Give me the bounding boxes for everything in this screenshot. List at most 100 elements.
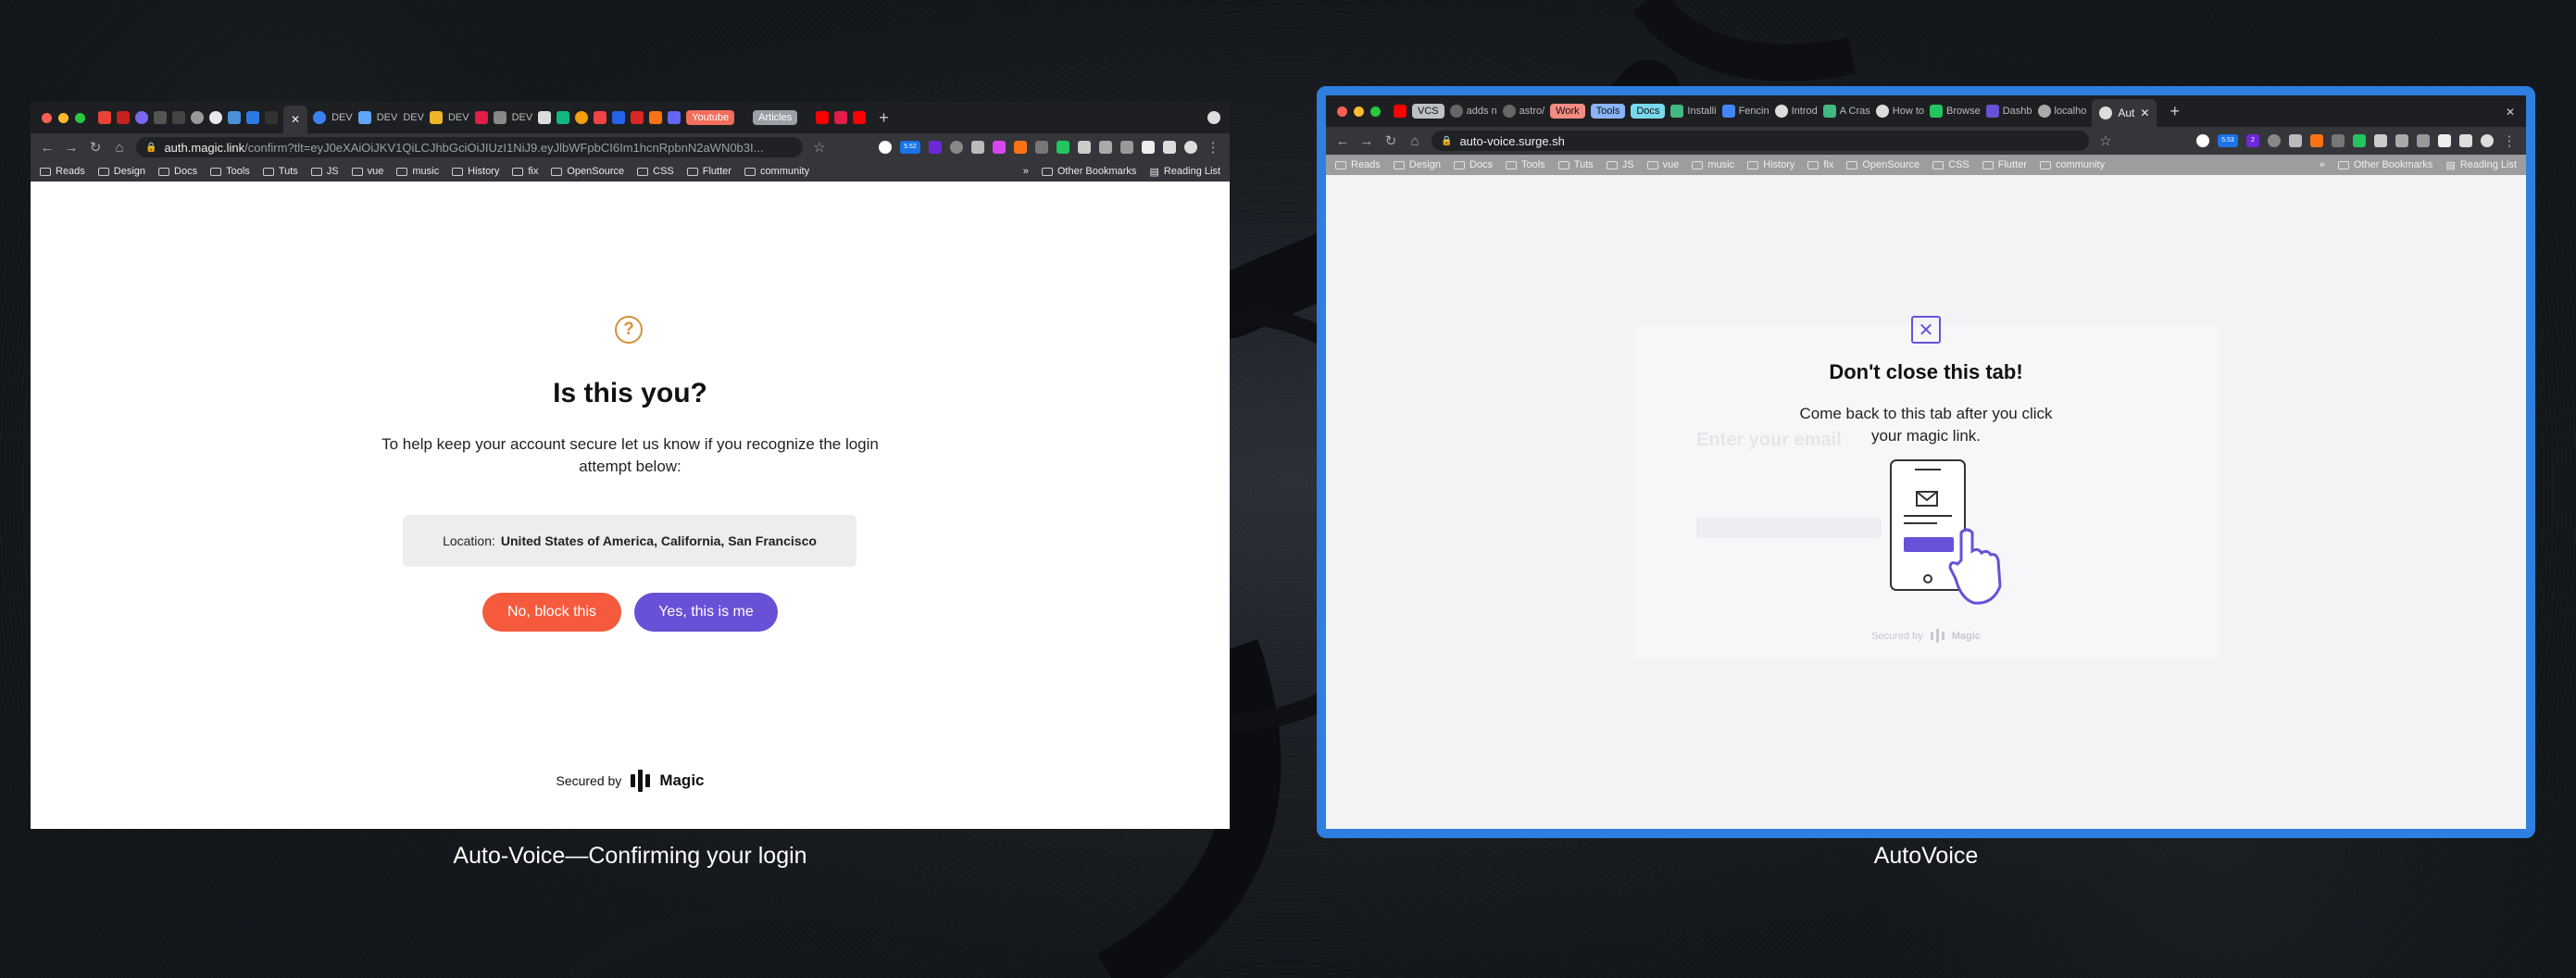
reading-list[interactable]: ▤ Reading List (2445, 159, 2517, 171)
tab-icon[interactable] (172, 111, 185, 124)
bookmark-folder[interactable]: OpenSource (1846, 159, 1919, 170)
bookmark-folder[interactable]: Design (1393, 159, 1441, 170)
bookmark-folder[interactable]: Flutter (686, 166, 732, 177)
extension-icon[interactable] (2268, 134, 2281, 147)
tab-icon[interactable] (575, 111, 589, 124)
bookmark-folder[interactable]: JS (1606, 159, 1634, 170)
kebab-menu-icon[interactable]: ⋮ (2502, 132, 2517, 149)
tab-icon[interactable] (631, 111, 644, 124)
tab-icon[interactable] (265, 111, 278, 124)
puzzle-extensions-icon[interactable] (1142, 141, 1155, 154)
bookmarks-overflow-chevron-icon[interactable]: » (1023, 166, 1029, 178)
tab[interactable]: Dashb (1985, 105, 2032, 118)
bookmark-folder[interactable]: music (1692, 159, 1734, 170)
dev-tab[interactable]: DEV (403, 112, 424, 123)
tab[interactable]: localho (2037, 105, 2086, 118)
close-window-button[interactable] (1337, 106, 1347, 117)
extension-icon[interactable] (879, 141, 892, 154)
tab-icon[interactable] (612, 111, 626, 124)
extension-icon[interactable] (2374, 134, 2387, 147)
tab[interactable]: A Cras (1822, 105, 1870, 118)
extension-icon[interactable] (1099, 141, 1112, 154)
forward-arrow-icon[interactable]: → (1359, 133, 1374, 149)
tab-group-youtube[interactable]: Youtube (686, 110, 735, 125)
extension-icon[interactable] (2310, 134, 2323, 147)
bookmark-folder[interactable]: Reads (40, 166, 85, 177)
tab[interactable]: astro/ (1502, 105, 1544, 118)
bookmark-folder[interactable]: JS (310, 166, 339, 177)
bookmark-folder[interactable]: History (452, 166, 499, 177)
kebab-menu-icon[interactable]: ⋮ (1206, 139, 1220, 156)
tab-icon[interactable] (493, 111, 506, 124)
extension-icon[interactable] (929, 141, 942, 154)
extension-icon[interactable] (2196, 134, 2209, 147)
tab-search-icon[interactable] (2459, 134, 2472, 147)
bookmark-folder[interactable]: CSS (1932, 159, 1970, 170)
bookmark-folder[interactable]: Design (97, 166, 145, 177)
minimize-window-button[interactable] (58, 112, 69, 123)
extension-icon[interactable] (1120, 141, 1133, 154)
back-arrow-icon[interactable]: ← (1335, 133, 1350, 149)
avatar[interactable] (2481, 134, 2494, 147)
tab-icon[interactable] (313, 111, 327, 124)
confirm-login-button[interactable]: Yes, this is me (634, 593, 778, 632)
new-tab-button[interactable]: + (871, 108, 896, 128)
tab-icon[interactable] (357, 111, 371, 124)
bookmark-folder[interactable]: Tuts (1557, 159, 1594, 170)
extension-icon[interactable] (993, 141, 1006, 154)
tab-search-icon[interactable] (1163, 141, 1176, 154)
gmail-tab-icon[interactable] (98, 111, 111, 124)
tab-icon[interactable] (556, 111, 570, 124)
bookmark-folder[interactable]: Docs (158, 166, 197, 177)
bookmark-folder[interactable]: Docs (1454, 159, 1493, 170)
extension-icon[interactable] (1035, 141, 1048, 154)
bookmark-folder[interactable]: community (2039, 159, 2105, 170)
dev-tab[interactable]: DEV (377, 112, 398, 123)
bookmark-star-icon[interactable]: ☆ (2098, 132, 2113, 149)
bookmark-folder[interactable]: fix (1807, 159, 1833, 170)
tab[interactable]: adds n (1449, 105, 1497, 118)
extension-icon[interactable] (2332, 134, 2345, 147)
extension-icon[interactable] (2289, 134, 2302, 147)
tab-icon[interactable] (668, 111, 682, 124)
tab-group-articles[interactable]: Articles (753, 110, 798, 125)
extension-icon[interactable] (2353, 134, 2366, 147)
reload-icon[interactable]: ↻ (88, 139, 103, 156)
dev-tab[interactable]: DEV (512, 112, 533, 123)
dev-tab[interactable]: DEV (448, 112, 469, 123)
tab-icon[interactable] (117, 111, 130, 124)
extension-icon[interactable] (1078, 141, 1091, 154)
reading-list[interactable]: ▤ Reading List (1149, 166, 1220, 178)
tab-icon[interactable] (649, 111, 663, 124)
bookmark-folder[interactable]: vue (1646, 159, 1679, 170)
tab[interactable]: How to (1875, 105, 1924, 118)
tab-search-icon[interactable]: ✕ (2506, 106, 2517, 119)
active-tab[interactable]: ✕ (283, 106, 308, 133)
bookmark-folder[interactable]: Flutter (1982, 159, 2027, 170)
tab-icon[interactable] (154, 111, 167, 124)
youtube-tab-icon[interactable] (853, 111, 867, 124)
minimize-window-button[interactable] (1354, 106, 1364, 117)
bookmark-star-icon[interactable]: ☆ (812, 139, 827, 156)
bookmark-folder[interactable]: OpenSource (551, 166, 624, 177)
home-icon[interactable]: ⌂ (1407, 133, 1422, 149)
dev-tab[interactable]: DEV (331, 112, 353, 123)
tab-group-work[interactable]: Work (1550, 104, 1585, 119)
bookmark-folder[interactable]: Tools (1506, 159, 1545, 170)
maximize-window-button[interactable] (1370, 106, 1381, 117)
bookmarks-overflow-chevron-icon[interactable]: » (2320, 159, 2325, 171)
tab-icon[interactable] (538, 111, 552, 124)
tab-icon[interactable] (228, 111, 241, 124)
maximize-window-button[interactable] (75, 112, 85, 123)
tab[interactable]: Installi (1670, 105, 1717, 118)
block-login-button[interactable]: No, block this (482, 593, 621, 632)
bookmark-folder[interactable]: Reads (1335, 159, 1381, 170)
address-bar[interactable]: 🔒 auto-voice.surge.sh (1432, 131, 2089, 151)
bookmark-folder[interactable]: History (1747, 159, 1794, 170)
tab-icon[interactable] (834, 111, 848, 124)
reload-icon[interactable]: ↻ (1383, 132, 1398, 149)
tab-icon[interactable] (209, 111, 222, 124)
avatar[interactable] (1184, 141, 1197, 154)
tab-icon[interactable] (191, 111, 204, 124)
tab-icon[interactable] (429, 111, 443, 124)
